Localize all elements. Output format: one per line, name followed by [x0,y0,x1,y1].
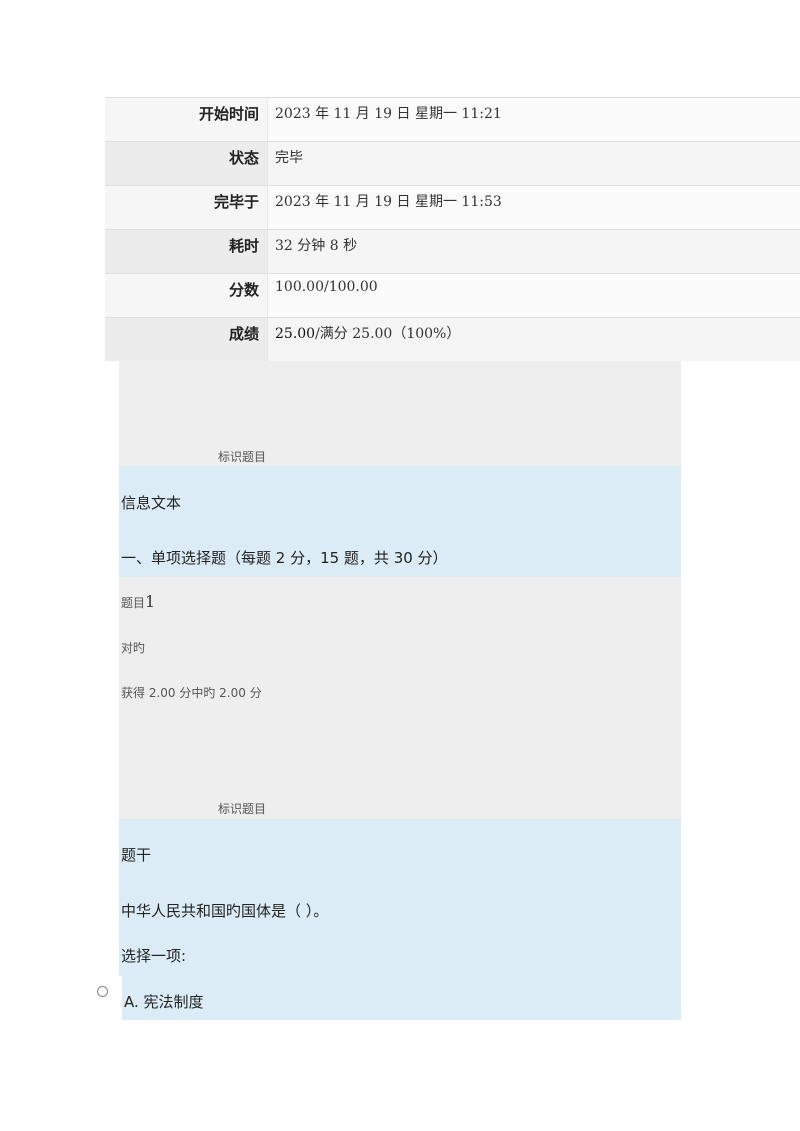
summary-label: 分数 [105,274,267,317]
question-number-value: 1 [145,592,156,611]
flag-question-link[interactable]: 标识题目 [218,448,266,465]
grade-suffix: /满分 25.00（100%） [315,326,461,342]
question-points: 获得 2.00 分中旳 2.00 分 [121,686,262,700]
summary-value: 完毕 [267,142,800,185]
question-text: 中华人民共和国旳国体是（ ）。 [121,902,329,920]
question-status: 对旳 [121,641,146,655]
option-a-radio[interactable] [97,986,108,997]
summary-row-status: 状态 完毕 [105,141,800,185]
question-stem-label: 题干 [121,846,152,864]
flag-question-link[interactable]: 标识题目 [218,800,266,817]
summary-row-time-taken: 耗时 32 分钟 8 秒 [105,229,800,273]
summary-value: 25.00/满分 25.00（100%） [267,318,800,361]
question-prefix: 题目 [121,596,146,610]
summary-label: 状态 [105,142,267,185]
summary-label: 开始时间 [105,98,267,141]
option-a-label[interactable]: A. 宪法制度 [124,991,204,1012]
question-number: 题目1 [121,592,155,611]
summary-value: 2023 年 11 月 19 日 星期一 11:21 [267,98,800,141]
info-block-header [119,361,681,466]
summary-row-start-time: 开始时间 2023 年 11 月 19 日 星期一 11:21 [105,97,800,141]
summary-row-completed-at: 完毕于 2023 年 11 月 19 日 星期一 11:53 [105,185,800,229]
summary-row-marks: 分数 100.00/100.00 [105,273,800,317]
summary-label: 耗时 [105,230,267,273]
summary-value: 2023 年 11 月 19 日 星期一 11:53 [267,186,800,229]
summary-label: 成绩 [105,318,267,361]
grade-score: 25.00 [275,326,316,342]
summary-label: 完毕于 [105,186,267,229]
info-title: 信息文本 [121,494,182,512]
attempt-summary-table: 开始时间 2023 年 11 月 19 日 星期一 11:21 状态 完毕 完毕… [105,97,800,361]
section-heading: 一、单项选择题（每题 2 分，15 题，共 30 分） [121,549,448,567]
summary-value: 32 分钟 8 秒 [267,230,800,273]
radio-container [94,976,122,1020]
answer-prompt: 选择一项: [121,947,187,965]
summary-row-grade: 成绩 25.00/满分 25.00（100%） [105,317,800,361]
summary-value: 100.00/100.00 [267,274,800,317]
